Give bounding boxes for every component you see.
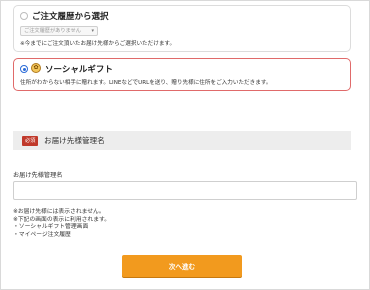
section-title: お届け先様管理名 [44, 136, 105, 145]
order-history-radio[interactable] [20, 12, 28, 20]
chevron-down-icon: ▾ [91, 28, 94, 34]
social-gift-option[interactable]: ✿ ソーシャルギフト 住所がわからない相手に贈れます。LINEなどでURLを送り… [13, 58, 351, 91]
note-line: ※お届け先様には表示されません。 [13, 209, 105, 215]
required-badge: 必須 [22, 135, 39, 146]
recipient-section-header: 必須 お届け先様管理名 [13, 131, 351, 150]
order-history-select-value: ご注文履歴がありません [24, 28, 81, 34]
order-history-select[interactable]: ご注文履歴がありません ▾ [20, 26, 98, 36]
social-gift-radio[interactable] [20, 65, 28, 73]
recipient-name-input[interactable] [13, 181, 357, 200]
recipient-notes: ※お届け先様には表示されません。 ※下記の画面の表示に利用されます。 ・ソーシャ… [13, 209, 110, 239]
recipient-name-label: お届け先様管理名 [13, 172, 63, 179]
order-history-option[interactable]: ご注文履歴から選択 ご注文履歴がありません ▾ ※今までにご注文頂いたお届け先様… [13, 5, 351, 52]
social-gift-description: 住所がわからない相手に贈れます。LINEなどでURLを送り、贈り先様に住所をご入… [20, 80, 272, 86]
order-history-description: ※今までにご注文頂いたお届け先様からご選択いただけます。 [20, 41, 176, 47]
gift-icon: ✿ [31, 63, 41, 73]
order-history-title: ご注文履歴から選択 [32, 12, 109, 22]
note-line: ・マイページ注文履歴 [13, 231, 71, 238]
social-gift-title: ソーシャルギフト [45, 65, 113, 75]
next-button[interactable]: 次へ進む [122, 255, 242, 277]
note-line: ・ソーシャルギフト管理画面 [13, 224, 89, 231]
